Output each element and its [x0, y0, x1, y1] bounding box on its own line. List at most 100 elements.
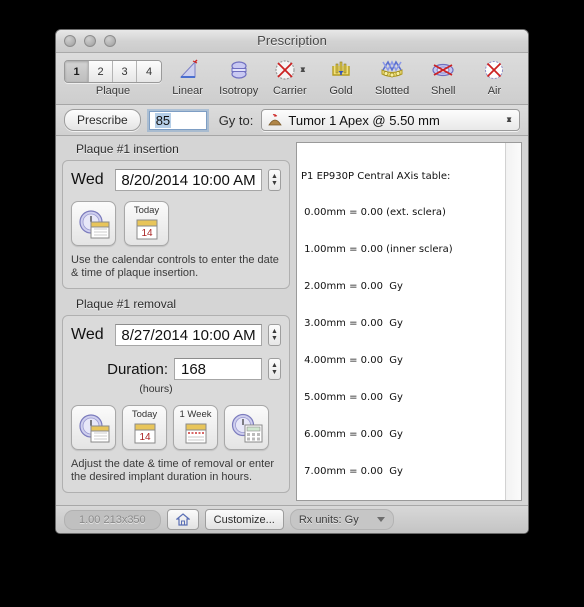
- insertion-clock-calendar-button[interactable]: [71, 201, 116, 246]
- main-content: Plaque #1 insertion Wed 8/20/2014 10:00 …: [56, 136, 528, 507]
- toolbar-item-air[interactable]: Air: [469, 56, 520, 97]
- tumor-icon: [268, 114, 283, 126]
- toolbar-label-gold: Gold: [329, 85, 353, 97]
- report-panel[interactable]: P1 EP930P Central AXis table: 0.00mm = 0…: [296, 142, 522, 501]
- removal-datetime-stepper[interactable]: ▲ ▼: [268, 324, 281, 346]
- removal-group-title: Plaque #1 removal: [76, 297, 177, 311]
- report-row: 2.00mm = 0.00 Gy: [301, 281, 403, 293]
- removal-one-week-button[interactable]: 1 Week: [173, 405, 218, 450]
- report-header: P1 EP930P Central AXis table:: [301, 170, 451, 182]
- prescribe-row: Prescribe 85 Gy to: Tumor 1 Apex @ 5.50 …: [56, 105, 528, 136]
- customize-button[interactable]: Customize...: [204, 509, 284, 530]
- rx-units-menu[interactable]: Rx units: Gy: [289, 509, 394, 530]
- removal-clock-calendar-button[interactable]: [71, 405, 116, 450]
- insertion-today-label: Today: [133, 205, 160, 216]
- insertion-today-button[interactable]: Today 14: [124, 201, 169, 246]
- insertion-day-label: Wed: [71, 171, 104, 188]
- toolbar-label-carrier: Carrier: [273, 85, 307, 97]
- target-popup-value: Tumor 1 Apex @ 5.50 mm: [288, 112, 440, 128]
- report-row: 0.00mm = 0.00 (ext. sclera): [301, 207, 446, 219]
- plaque-segment-1[interactable]: 1: [65, 61, 89, 82]
- report-row: 4.00mm = 0.00 Gy: [301, 355, 403, 367]
- toolbar-item-carrier[interactable]: ▲ ▼ Carrier: [264, 56, 315, 97]
- scale-info: 1.00 213x350: [64, 509, 161, 530]
- prescribe-button[interactable]: Prescribe: [64, 109, 141, 131]
- report-row: 7.00mm = 0.00 Gy: [301, 465, 403, 477]
- plaque-segment-4[interactable]: 4: [137, 61, 161, 82]
- insertion-group: Wed 8/20/2014 10:00 AM ▲ ▼ Today 14 Use …: [62, 160, 290, 289]
- calendar-icon: 14: [134, 423, 155, 444]
- carrier-disc-icon: [275, 60, 295, 80]
- insertion-help-text: Use the calendar controls to enter the d…: [71, 254, 279, 279]
- duration-stepper[interactable]: ▲ ▼: [268, 358, 281, 380]
- week-calendar-icon: [185, 423, 206, 444]
- toolbar-label-plaque: Plaque: [95, 85, 131, 97]
- insertion-date-row: Wed 8/20/2014 10:00 AM ▲ ▼: [71, 169, 281, 191]
- window-titlebar[interactable]: Prescription: [56, 30, 528, 53]
- toolbar-label-air: Air: [487, 85, 502, 97]
- home-button[interactable]: [166, 509, 199, 530]
- removal-help-text: Adjust the date & time of removal or ent…: [71, 458, 274, 483]
- svg-text:14: 14: [141, 228, 153, 239]
- removal-day-label: Wed: [71, 326, 104, 343]
- report-row: 5.00mm = 0.00 Gy: [301, 391, 403, 403]
- toolbar-label-shell: Shell: [431, 85, 456, 97]
- report-row: 1.00mm = 0.00 (inner sclera): [301, 244, 453, 256]
- isotropy-icon: [227, 56, 251, 84]
- toolbar-item-isotropy[interactable]: Isotropy: [213, 56, 264, 97]
- air-icon: [482, 56, 506, 84]
- duration-units-label: (hours): [139, 383, 173, 395]
- toolbar-item-gold[interactable]: Gold: [315, 56, 366, 97]
- report-row: 3.00mm = 0.00 Gy: [301, 318, 403, 330]
- rx-units-label: Rx units: Gy: [298, 513, 359, 526]
- insertion-group-title: Plaque #1 insertion: [76, 142, 179, 156]
- gold-seeds-icon: [329, 56, 353, 84]
- prescription-window: Prescription 1 2 3 4 Plaque Linear Isotr…: [55, 29, 529, 534]
- toolbar-item-slotted[interactable]: Slotted: [367, 56, 418, 97]
- plaque-segmented-control[interactable]: 1 2 3 4: [64, 60, 162, 83]
- removal-date-row: Wed 8/27/2014 10:00 AM ▲ ▼: [71, 324, 281, 346]
- calendar-icon: 14: [136, 219, 157, 240]
- linear-wedge-icon: [176, 56, 200, 84]
- window-title: Prescription: [257, 33, 327, 48]
- removal-one-week-label: 1 Week: [179, 409, 212, 420]
- home-icon: [175, 513, 190, 526]
- svg-text:14: 14: [139, 432, 151, 443]
- toolbar-item-plaque[interactable]: 1 2 3 4 Plaque: [64, 56, 162, 97]
- plaque-segment-3[interactable]: 3: [113, 61, 137, 82]
- clock-calendar-icon: [78, 413, 109, 442]
- report-text: P1 EP930P Central AXis table: 0.00mm = 0…: [297, 143, 506, 500]
- toolbar-label-slotted: Slotted: [375, 85, 410, 97]
- left-column: Plaque #1 insertion Wed 8/20/2014 10:00 …: [62, 142, 290, 501]
- duration-label: Duration:: [107, 360, 168, 378]
- insertion-datetime-input[interactable]: 8/20/2014 10:00 AM: [115, 169, 262, 191]
- status-bar: 1.00 213x350 Customize... Rx units: Gy: [56, 505, 528, 533]
- removal-datetime-input[interactable]: 8/27/2014 10:00 AM: [115, 324, 262, 346]
- duration-input[interactable]: 168: [174, 358, 262, 380]
- shell-icon: [430, 56, 456, 84]
- chevron-down-icon: [376, 517, 385, 522]
- calculator-calendar-icon: [231, 413, 262, 442]
- plaque-segment-2[interactable]: 2: [89, 61, 113, 82]
- report-row: 6.00mm = 0.00 Gy: [301, 428, 403, 440]
- insertion-button-row: Today 14: [71, 201, 281, 246]
- duration-row: Duration: 168 ▲ ▼: [71, 358, 281, 380]
- removal-today-label: Today: [131, 409, 158, 420]
- removal-today-button[interactable]: Today 14: [122, 405, 167, 450]
- toolbar-item-linear[interactable]: Linear: [162, 56, 213, 97]
- dose-unit-label: Gy to:: [218, 112, 254, 128]
- target-popup-button[interactable]: Tumor 1 Apex @ 5.50 mm ▲ ▼: [261, 109, 520, 131]
- toolbar-label-isotropy: Isotropy: [219, 85, 259, 97]
- removal-calculator-calendar-button[interactable]: [224, 405, 269, 450]
- toolbar: 1 2 3 4 Plaque Linear Isotropy ▲ ▼ Carri…: [56, 53, 528, 105]
- dose-input[interactable]: 85: [148, 110, 207, 130]
- toolbar-item-shell[interactable]: Shell: [418, 56, 469, 97]
- insertion-datetime-stepper[interactable]: ▲ ▼: [268, 169, 281, 191]
- clock-calendar-icon: [78, 209, 109, 238]
- removal-button-row: Today 14 1 Week: [71, 405, 281, 450]
- dose-input-value: 85: [154, 112, 172, 128]
- removal-group: Wed 8/27/2014 10:00 AM ▲ ▼ Duration: 168 …: [62, 315, 290, 493]
- report-scrollbar[interactable]: [505, 143, 521, 500]
- slotted-plaque-icon: [379, 56, 405, 84]
- toolbar-label-linear: Linear: [172, 85, 203, 97]
